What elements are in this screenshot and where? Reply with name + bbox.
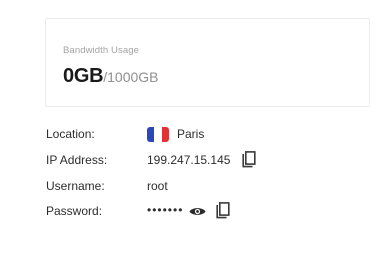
bandwidth-usage-label: Bandwidth Usage [63, 45, 139, 56]
bandwidth-total: /1000GB [103, 69, 159, 85]
ip-address-row: IP Address: 199.247.15.145 [46, 150, 346, 170]
eye-icon[interactable] [189, 206, 206, 217]
username-row: Username: root [46, 176, 346, 196]
ip-address-value: 199.247.15.145 [147, 153, 231, 167]
password-value: ••••••• [147, 203, 184, 217]
bandwidth-usage-card: Bandwidth Usage 0GB/1000GB [45, 18, 370, 107]
server-details-panel: Bandwidth Usage 0GB/1000GB Location: Par… [0, 0, 391, 254]
username-value: root [147, 179, 168, 193]
location-row: Location: Paris [46, 124, 346, 144]
bandwidth-used: 0GB [63, 65, 104, 87]
location-label: Location: [46, 127, 95, 141]
password-row: Password: ••••••• [46, 201, 346, 221]
bandwidth-usage-value: 0GB/1000GB [63, 64, 159, 90]
france-flag-icon [147, 127, 169, 142]
ip-address-label: IP Address: [46, 153, 108, 167]
location-value: Paris [177, 127, 205, 141]
username-label: Username: [46, 179, 105, 193]
copy-icon[interactable] [216, 202, 230, 219]
copy-icon[interactable] [242, 151, 256, 168]
password-label: Password: [46, 204, 103, 218]
